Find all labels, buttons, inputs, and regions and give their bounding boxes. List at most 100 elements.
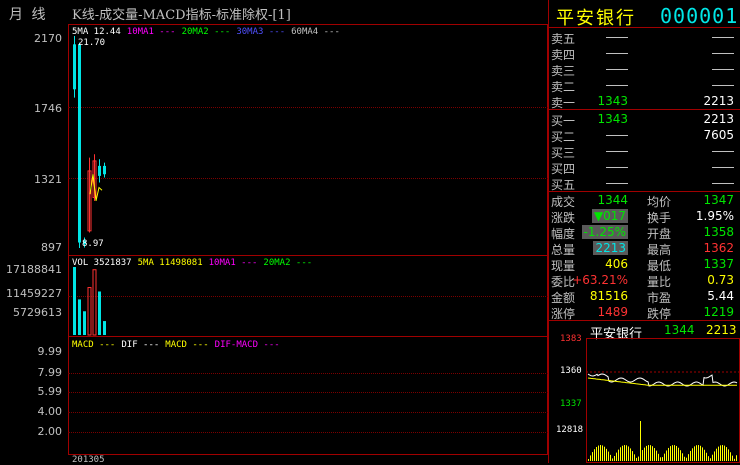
intraday-volume-bar <box>726 447 727 461</box>
sell-row[interactable]: 卖四 <box>551 46 738 62</box>
price-line <box>587 373 738 387</box>
stock-code: 000001 <box>660 4 739 28</box>
macd-y-tick: 4.00 <box>37 405 63 418</box>
buy-row[interactable]: 买一 1343 2213 <box>551 112 738 128</box>
orderbook-price <box>606 160 628 174</box>
intraday-volume-bar <box>602 445 603 461</box>
buy-row[interactable]: 买四 <box>551 160 738 176</box>
stat-label: 最低 <box>647 259 672 273</box>
sell-row[interactable]: 卖三 <box>551 62 738 78</box>
volume-bar <box>92 269 97 336</box>
intraday-volume-bar <box>734 458 735 461</box>
macd-legend-item: MACD --- <box>72 340 116 350</box>
kline-y-tick: 1321 <box>34 173 62 186</box>
orderbook-price <box>606 46 628 60</box>
intraday-volume-bar <box>692 448 693 461</box>
sell-row[interactable]: 卖一 1343 2213 <box>551 94 738 110</box>
intraday-volume-bar <box>712 454 713 461</box>
volume-y-tick: 5729613 <box>13 306 62 319</box>
orderbook-price: 1343 <box>597 112 628 126</box>
mini-y-low: 1337 <box>560 399 582 409</box>
stat-label: 总量 <box>551 243 576 257</box>
stat-value: 1219 <box>703 305 734 319</box>
intraday-volume-bar <box>708 456 709 461</box>
macd-panel[interactable] <box>68 336 548 455</box>
sell-row[interactable]: 卖二 <box>551 78 738 94</box>
intraday-volume-bar <box>614 455 615 461</box>
stat-row: 涨跌 ▼017 换手 1.95% <box>551 209 738 225</box>
stat-label: 幅度 <box>551 227 576 241</box>
macd-legend-item: MACD --- <box>165 340 209 350</box>
stat-value: 1337 <box>703 257 734 271</box>
stat-row: 现量 406 最低 1337 <box>551 257 738 273</box>
stat-value: 1362 <box>703 241 734 255</box>
intraday-volume-bar <box>644 447 645 461</box>
orderbook-price <box>606 78 628 92</box>
intraday-volume-bar <box>634 454 635 461</box>
macd-y-tick: 5.99 <box>37 385 63 398</box>
stat-label: 开盘 <box>647 227 672 241</box>
intraday-volume-bar <box>642 450 643 461</box>
volume-bar <box>87 287 92 336</box>
macd-legend: MACD --- DIF --- MACD --- DIF-MACD --- <box>72 340 280 350</box>
orderbook-price <box>606 62 628 76</box>
stat-label: 金额 <box>551 291 576 305</box>
intraday-volume-bar <box>662 457 663 461</box>
intraday-volume-bar <box>616 452 617 461</box>
volume-bar <box>83 311 86 335</box>
intraday-volume-bar <box>724 445 725 461</box>
intraday-volume-bar <box>608 451 609 461</box>
stat-row: 总量 2213 最高 1362 <box>551 241 738 257</box>
intraday-volume-bar <box>658 453 659 461</box>
orderbook-label: 卖二 <box>551 80 576 94</box>
intraday-chart <box>586 371 740 461</box>
orderbook-price <box>606 176 628 190</box>
stat-label: 市盈 <box>647 291 672 305</box>
orderbook-volume <box>712 46 734 60</box>
orderbook-volume: 7605 <box>703 128 734 142</box>
stat-value: 81516 <box>589 289 628 303</box>
volume-y-tick: 17188841 <box>6 263 62 276</box>
intraday-volume-bar <box>618 449 619 461</box>
stat-value: 1344 <box>597 193 628 207</box>
stat-label: 现量 <box>551 259 576 273</box>
intraday-volume-bar <box>694 446 695 461</box>
stat-row: 金额 81516 市盈 5.44 <box>551 289 738 305</box>
intraday-volume-bar <box>606 448 607 461</box>
intraday-volume-bar <box>640 421 641 461</box>
mini-vol-tick: 12818 <box>556 425 584 435</box>
intraday-volume-bar <box>638 456 639 461</box>
intraday-volume-bar <box>714 451 715 461</box>
stat-value: 1358 <box>703 225 734 239</box>
intraday-volume-bar <box>596 446 597 461</box>
intraday-volume-bar <box>630 448 631 461</box>
intraday-volume-bar <box>702 447 703 461</box>
sell-row[interactable]: 卖五 <box>551 30 738 46</box>
mini-volume: 2213 <box>706 323 737 337</box>
orderbook-volume <box>712 62 734 76</box>
orderbook-volume <box>712 176 734 190</box>
orderbook-label: 买二 <box>551 130 576 144</box>
intraday-volume-bar <box>594 449 595 461</box>
intraday-volume-bar <box>696 445 697 461</box>
macd-legend-item: DIF --- <box>121 340 160 350</box>
stat-label: 均价 <box>647 195 672 209</box>
intraday-volume-bar <box>622 445 623 461</box>
buy-row[interactable]: 买三 <box>551 144 738 160</box>
stat-label: 涨跌 <box>551 211 576 225</box>
orderbook-label: 买一 <box>551 114 576 128</box>
intraday-volume-bar <box>626 445 627 461</box>
intraday-volume-bar <box>704 449 705 461</box>
buy-row[interactable]: 买五 <box>551 176 738 192</box>
intraday-volume-bar <box>706 452 707 461</box>
candle-body <box>73 44 76 90</box>
intraday-volume-bar <box>588 459 589 461</box>
volume-chart <box>73 267 106 336</box>
intraday-volume-bar <box>690 450 691 461</box>
buy-row[interactable]: 买二 7605 <box>551 128 738 144</box>
intraday-volume-bar <box>632 451 633 461</box>
date-label: 201305 <box>72 455 105 465</box>
intraday-volume-bar <box>732 455 733 461</box>
period-label[interactable]: 月 线 <box>9 4 47 24</box>
intraday-volume-bar <box>718 446 719 461</box>
